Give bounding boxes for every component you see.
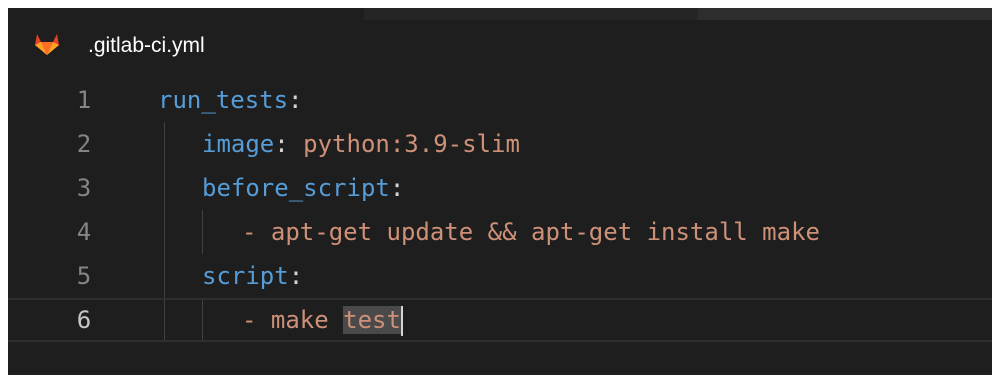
yaml-colon: : [389, 174, 405, 202]
code-editor[interactable]: .gitlab-ci.yml 1 run_tests: 2 image: pyt… [8, 8, 992, 375]
indent-guide [164, 166, 165, 210]
indent-guide [164, 254, 165, 298]
selected-word-highlight: test [343, 306, 401, 334]
yaml-key: script [202, 262, 289, 290]
code-line-5[interactable]: 5 script: [8, 254, 992, 298]
line-number: 5 [76, 262, 92, 290]
code-line-1[interactable]: 1 run_tests: [8, 78, 992, 122]
gitlab-icon [35, 34, 59, 55]
code-text[interactable]: - apt-get update && apt-get install make [242, 210, 820, 254]
code-text[interactable]: run_tests: [158, 78, 303, 122]
yaml-value: apt-get update && apt-get install make [270, 218, 820, 246]
indent-guide [164, 300, 165, 340]
yaml-value: make [270, 306, 344, 334]
active-tab[interactable] [8, 8, 364, 20]
code-text[interactable]: script: [202, 254, 303, 298]
code-text[interactable]: image: python:3.9-slim [202, 122, 520, 166]
line-number-current: 6 [76, 306, 92, 334]
line-number: 2 [76, 130, 92, 158]
code-text[interactable]: before_script: [202, 166, 404, 210]
yaml-value: python:3.9-slim [303, 130, 520, 158]
line-number: 3 [76, 174, 92, 202]
file-name[interactable]: .gitlab-ci.yml [88, 34, 205, 58]
code-text[interactable]: - make test [242, 300, 403, 340]
tab-strip [8, 8, 992, 20]
text-cursor [400, 306, 403, 336]
code-line-3[interactable]: 3 before_script: [8, 166, 992, 210]
code-line-4[interactable]: 4 - apt-get update && apt-get install ma… [8, 210, 992, 254]
indent-guide [164, 210, 165, 254]
yaml-dash: - [242, 306, 271, 334]
line-number: 1 [76, 86, 92, 114]
yaml-colon: : [288, 262, 304, 290]
code-line-2[interactable]: 2 image: python:3.9-slim [8, 122, 992, 166]
breadcrumb: .gitlab-ci.yml [8, 28, 992, 64]
yaml-colon: : [288, 86, 303, 114]
indent-guide [202, 300, 203, 340]
yaml-colon: : [274, 130, 304, 158]
yaml-dash: - [242, 218, 271, 246]
yaml-key: run_tests [158, 86, 289, 114]
tab-strip-filler [698, 8, 992, 20]
code-line-6-current[interactable]: 6 - make test [8, 298, 992, 342]
yaml-key: image [202, 130, 275, 158]
indent-guide [202, 210, 203, 254]
yaml-key: before_script [202, 174, 390, 202]
indent-guide [164, 122, 165, 166]
line-number: 4 [76, 218, 92, 246]
